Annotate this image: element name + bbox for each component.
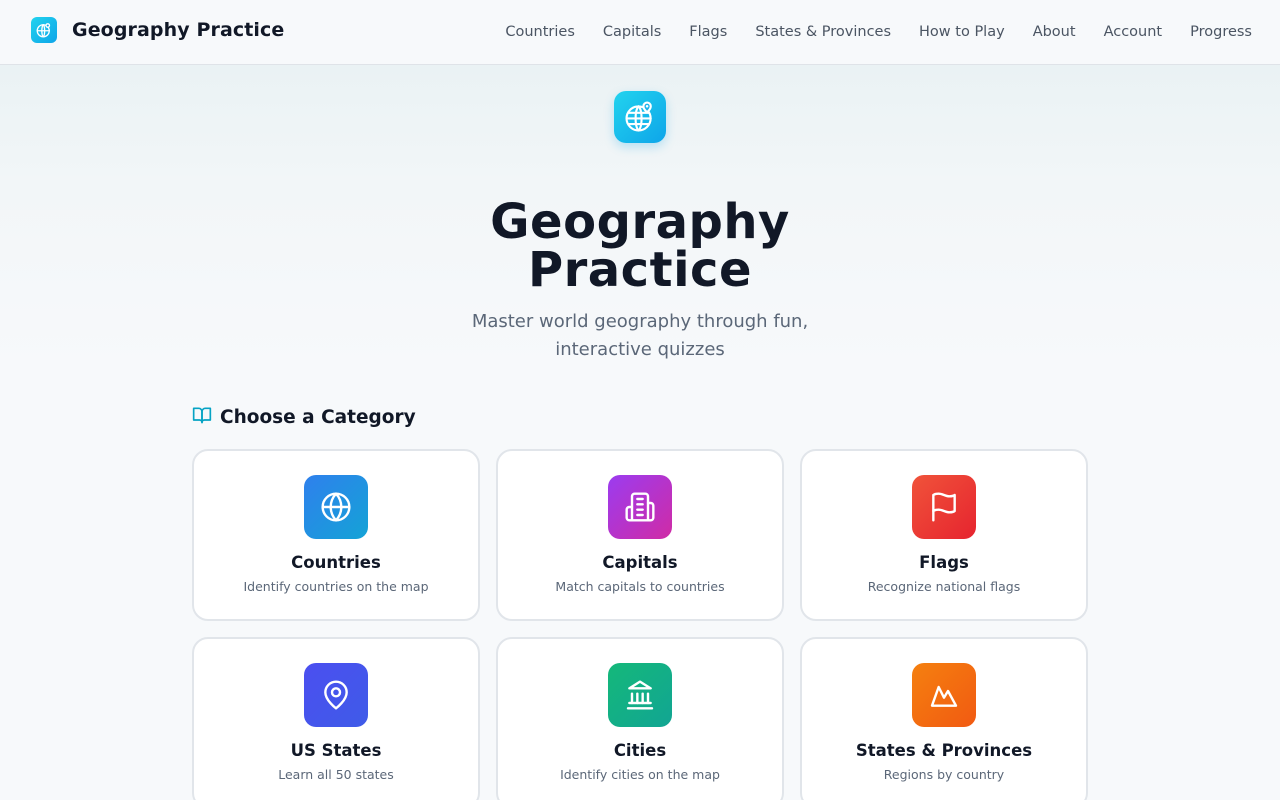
category-title: States & Provinces [855,741,1033,760]
category-description: Identify countries on the map [243,579,429,594]
category-title: Flags [919,553,969,572]
category-card-capitals[interactable]: Capitals Match capitals to countries [496,449,784,621]
landmark-icon [608,663,672,727]
mountain-icon [912,663,976,727]
category-card-countries[interactable]: Countries Identify countries on the map [192,449,480,621]
category-description: Recognize national flags [867,579,1021,594]
category-card-flags[interactable]: Flags Recognize national flags [800,449,1088,621]
nav-countries[interactable]: Countries [505,24,575,40]
nav-capitals[interactable]: Capitals [603,24,661,40]
globe-pin-icon [614,91,666,143]
flag-icon [912,475,976,539]
map-pin-icon [304,663,368,727]
category-title: US States [290,741,382,760]
building-icon [608,475,672,539]
page-subtitle-line-1: Master world geography through fun, [471,311,809,332]
section-title: Choose a Category [220,406,416,428]
page-title: Geography Practice [340,198,940,294]
category-title: Countries [291,553,381,572]
category-card-us-states[interactable]: US States Learn all 50 states [192,637,480,800]
book-open-icon [192,405,212,429]
nav-how-to-play[interactable]: How to Play [919,24,1005,40]
top-navbar: Geography Practice Countries Capitals Fl… [0,0,1280,65]
nav-flags[interactable]: Flags [689,24,727,40]
main-nav: Countries Capitals Flags States & Provin… [477,0,1252,64]
category-grid: Countries Identify countries on the map … [192,449,1088,800]
nav-about[interactable]: About [1033,24,1076,40]
page-subtitle: Master world geography through fun, inte… [440,308,840,364]
category-title: Cities [613,741,667,760]
brand[interactable]: Geography Practice [31,17,284,43]
globe-icon [304,475,368,539]
page-title-line-2: Practice [527,242,753,298]
category-section-heading: Choose a Category [192,405,416,429]
page-subtitle-line-2: interactive quizzes [555,339,725,360]
app-title: Geography Practice [72,19,285,41]
nav-account[interactable]: Account [1104,24,1163,40]
category-description: Learn all 50 states [278,767,394,782]
nav-states-provinces[interactable]: States & Provinces [755,24,891,40]
nav-progress[interactable]: Progress [1190,24,1252,40]
globe-pin-icon [31,17,57,43]
category-description: Identify cities on the map [560,767,720,782]
category-title: Capitals [602,553,678,572]
category-card-cities[interactable]: Cities Identify cities on the map [496,637,784,800]
category-description: Regions by country [883,767,1005,782]
category-description: Match capitals to countries [555,579,725,594]
category-card-states-provinces[interactable]: States & Provinces Regions by country [800,637,1088,800]
